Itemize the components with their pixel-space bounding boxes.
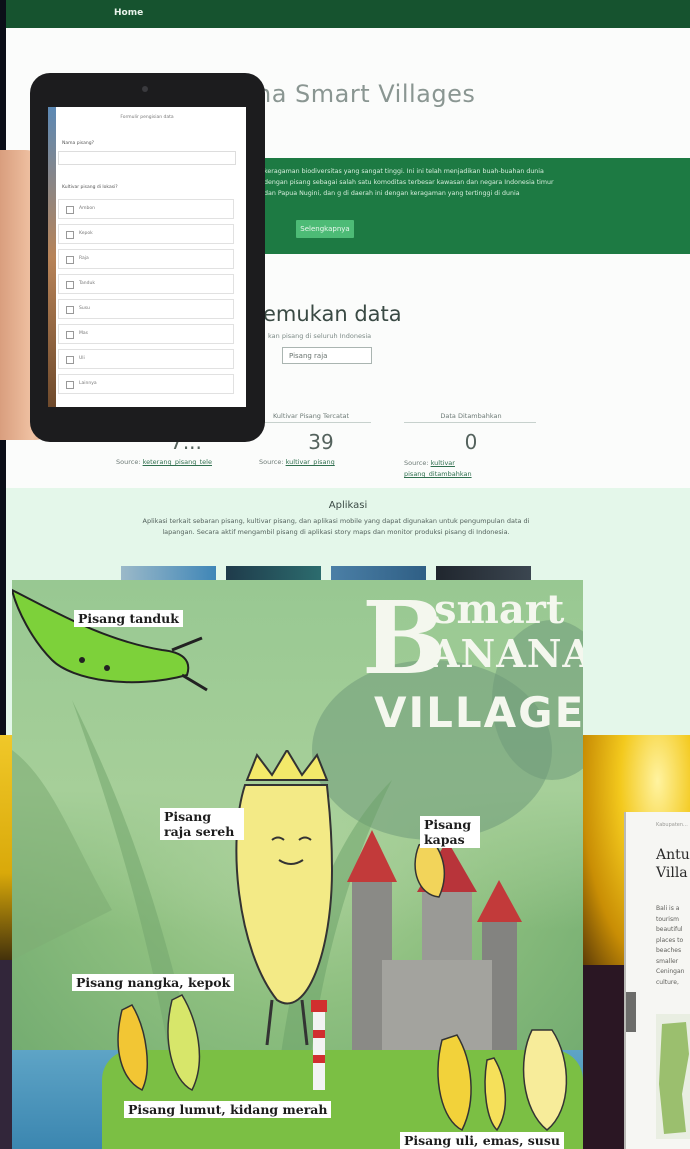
checkbox-icon[interactable]: [66, 256, 74, 264]
name-field[interactable]: [58, 151, 236, 165]
checkbox-icon[interactable]: [66, 206, 74, 214]
stat-label: Kultivar Pisang Tercatat: [272, 412, 350, 420]
label-pisang-raja-sereh: Pisang raja sereh: [160, 808, 244, 840]
stat-divider: [404, 422, 536, 423]
smart-banana-village-poster: B smart ANANA VILLAGE Pisang tanduk Pisa…: [12, 580, 583, 1149]
blog-title: Antu Villa: [656, 847, 690, 881]
checkbox-icon[interactable]: [66, 331, 74, 339]
map-island-icon: [659, 1022, 689, 1134]
background-photo-strip: [48, 107, 56, 407]
poster-subtitle: VILLAGE: [374, 688, 583, 737]
aplikasi-heading: Aplikasi: [328, 500, 368, 511]
stat-label: Data Ditambahkan: [440, 412, 502, 420]
checkbox-icon[interactable]: [66, 381, 74, 389]
label-pisang-lumut: Pisang lumut, kidang merah: [124, 1101, 332, 1118]
small-bananas: [117, 994, 201, 1092]
camera-icon: [142, 86, 148, 92]
blog-body: Bali is a tourism beautiful places to be…: [656, 905, 685, 986]
option-row[interactable]: Uli: [58, 349, 234, 369]
checkbox-icon[interactable]: [66, 281, 74, 289]
breadcrumb: Kabupaten...: [656, 822, 688, 828]
tablet-device: Formulir pengisian data Nama pisang? Kul…: [30, 73, 265, 442]
stat-source-link[interactable]: keterang_pisang_tele: [143, 458, 212, 466]
king-banana-character: [235, 750, 334, 1046]
stat-source-link[interactable]: kultivar_pisang: [286, 458, 335, 466]
stat-value: 0: [464, 430, 478, 454]
search-input[interactable]: Pisang raja: [282, 347, 372, 364]
stat-source: Source: keterang_pisang_tele: [116, 458, 212, 466]
label-pisang-uli: Pisang uli, emas, susu: [400, 1132, 565, 1149]
hero-more-button[interactable]: Selengkapnya: [296, 220, 354, 238]
site-title: na Smart Villages: [256, 80, 476, 108]
tablet-screen: Formulir pengisian data Nama pisang? Kul…: [48, 107, 246, 407]
stat-source: Source: kultivar pisang_ditambahkan: [404, 459, 472, 478]
checkbox-icon[interactable]: [66, 306, 74, 314]
option-row[interactable]: Lainnya: [58, 374, 234, 394]
site-navbar: Home: [6, 0, 690, 28]
stat-source: Source: kultivar_pisang: [259, 458, 335, 466]
option-row[interactable]: Susu: [58, 299, 234, 319]
label-pisang-tanduk: Pisang tanduk: [74, 610, 183, 627]
blog-card: Kabupaten... Antu Villa Bali is a touris…: [624, 812, 690, 1149]
label-pisang-kapas: Pisang kapas: [420, 816, 480, 848]
poster-title-bottom: ANANA: [430, 631, 583, 676]
map-thumbnail: [656, 1014, 690, 1139]
find-data-subtitle: kan pisang di seluruh Indonesia: [268, 332, 372, 340]
field-label: Kultivar pisang di lokasi?: [62, 185, 118, 190]
scroll-handle[interactable]: [626, 992, 636, 1032]
option-row[interactable]: Raja: [58, 249, 234, 269]
label-pisang-nangka-kepok: Pisang nangka, kepok: [72, 974, 235, 991]
green-banana-character: [12, 588, 208, 692]
form-title: Formulir pengisian data: [120, 115, 174, 120]
nav-home-link[interactable]: Home: [114, 8, 143, 18]
bottom-right-bananas: [437, 1029, 568, 1132]
option-row[interactable]: Tanduk: [58, 274, 234, 294]
stat-value: 39: [308, 430, 334, 454]
poster-title-top: smart: [434, 586, 565, 633]
hero-text: keragaman biodiversitas yang sangat ting…: [264, 168, 554, 197]
stat-divider: [256, 422, 371, 423]
field-label: Nama pisang?: [62, 141, 95, 146]
aplikasi-description: Aplikasi terkait sebaran pisang, kultiva…: [142, 517, 530, 536]
option-row[interactable]: Ambon: [58, 199, 234, 219]
option-row[interactable]: Kepok: [58, 224, 234, 244]
find-data-heading: emukan data: [263, 302, 402, 326]
checkbox-icon[interactable]: [66, 231, 74, 239]
option-row[interactable]: Mas: [58, 324, 234, 344]
checkbox-icon[interactable]: [66, 356, 74, 364]
